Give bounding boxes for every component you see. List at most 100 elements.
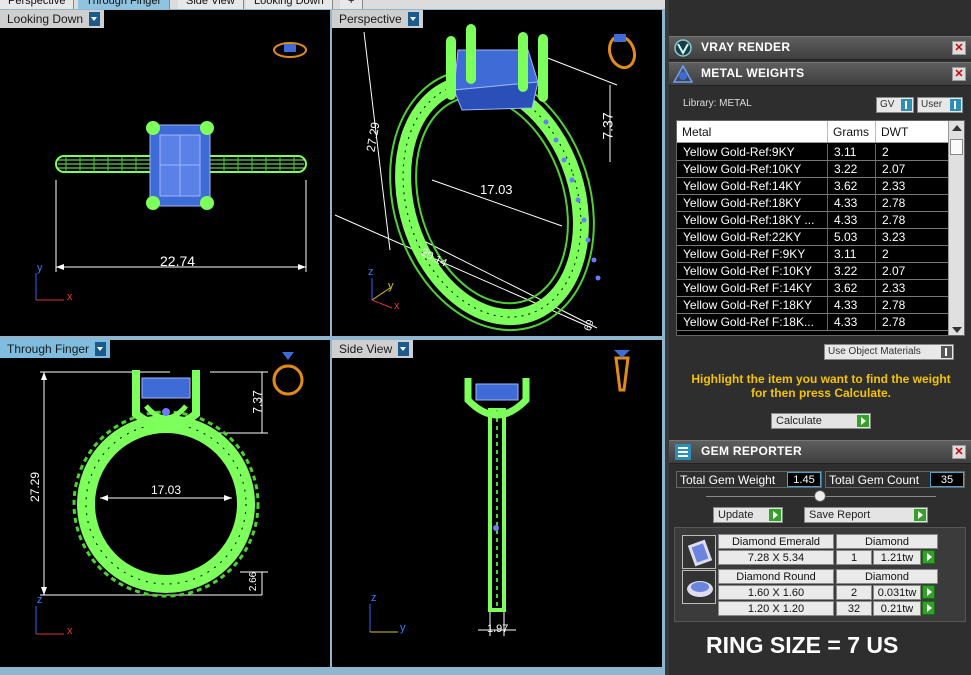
table-row[interactable]: Yellow Gold-Ref:10KY 3.22 2.07: [677, 161, 949, 178]
grams-cell: 3.22: [828, 161, 876, 177]
table-header: Metal Grams DWT: [677, 121, 949, 143]
grams-cell: 3.11: [828, 246, 876, 262]
axis-y-label: y: [388, 280, 394, 292]
viewport-through-finger[interactable]: Through Finger 27.29 7.37 17.03 2.66 z x: [0, 340, 330, 667]
axis-z-label: z: [371, 592, 377, 604]
dwt-cell: 2.78: [876, 297, 949, 313]
use-object-materials-toggle[interactable]: Use Object Materials: [824, 344, 954, 360]
grams-cell: 4.33: [828, 195, 876, 211]
gv-toggle[interactable]: GV: [876, 97, 914, 113]
axis-z-label: z: [37, 594, 43, 606]
select-gem-button[interactable]: [922, 601, 935, 615]
vray-render-header[interactable]: VRAY RENDER ✕: [669, 36, 971, 60]
column-header-metal[interactable]: Metal: [677, 121, 828, 142]
gem-reporter-header[interactable]: GEM REPORTER ✕: [669, 440, 971, 464]
table-row[interactable]: Yellow Gold-Ref F:10KY 3.22 2.07: [677, 263, 949, 280]
user-toggle[interactable]: User: [917, 97, 963, 113]
gem-reporter-icon: [675, 444, 691, 460]
dwt-cell: 2.78: [876, 195, 949, 211]
slider-handle[interactable]: [814, 490, 826, 502]
gem-count: 1: [836, 550, 872, 565]
view-tab-strip: Perspective Through Finger Side View Loo…: [0, 0, 665, 9]
dwt-cell: 2.78: [876, 314, 949, 330]
gem-material: Diamond: [836, 534, 938, 549]
save-report-button[interactable]: Save Report: [804, 507, 928, 523]
viewport-label[interactable]: Perspective: [332, 10, 423, 28]
grams-cell: 5.03: [828, 229, 876, 245]
dimension-height: 27.29: [28, 471, 43, 503]
dwt-cell: 2.07: [876, 161, 949, 177]
grams-cell: 3.62: [828, 178, 876, 194]
dropdown-arrow-icon[interactable]: [398, 342, 410, 356]
dimension-shank: 2.66: [248, 571, 260, 592]
viewport-looking-down[interactable]: Looking Down 22.74 y x: [0, 10, 330, 336]
dropdown-arrow-icon[interactable]: [95, 342, 107, 356]
table-row[interactable]: Yellow Gold-Ref F:18K... 4.33 2.78: [677, 314, 949, 331]
table-row[interactable]: Yellow Gold-Ref:18KY 4.33 2.78: [677, 195, 949, 212]
tab-side-view[interactable]: Side View: [178, 0, 244, 9]
metal-cell: Yellow Gold-Ref:18KY: [677, 195, 828, 211]
viewport-side-view[interactable]: Side View 1.97 z y: [332, 340, 662, 667]
metal-weights-header[interactable]: METAL WEIGHTS ✕: [669, 62, 971, 86]
metal-cell: Yellow Gold-Ref:9KY: [677, 144, 828, 160]
close-icon[interactable]: ✕: [952, 41, 966, 55]
table-scrollbar[interactable]: [948, 121, 964, 335]
gem-size: 1.60 X 1.60: [718, 585, 834, 600]
emerald-gem-icon: [682, 535, 716, 569]
ring-size-label: RING SIZE = 7 US: [706, 632, 899, 658]
select-gem-button[interactable]: [922, 585, 935, 599]
table-row[interactable]: Yellow Gold-Ref:18KY ... 4.33 2.78: [677, 212, 949, 229]
dropdown-arrow-icon[interactable]: [407, 12, 419, 26]
metal-cell: Yellow Gold-Ref F:9KY: [677, 246, 828, 262]
total-gem-weight-value: 1.45: [787, 472, 821, 487]
gem-weight: 1.21tw: [873, 550, 921, 565]
gem-size: 1.20 X 1.20: [718, 601, 834, 616]
column-header-dwt[interactable]: DWT: [876, 121, 949, 142]
update-button[interactable]: Update: [713, 507, 783, 523]
table-row[interactable]: Yellow Gold-Ref:14KY 3.62 2.33: [677, 178, 949, 195]
axis-x-label: x: [67, 291, 73, 303]
total-gem-count-value: 35: [930, 472, 964, 487]
viewport-perspective[interactable]: Perspective 27.29 7.37 17.03 20.14 69 z …: [332, 10, 662, 336]
axis-z-label: z: [368, 266, 374, 278]
select-gem-button[interactable]: [922, 550, 935, 564]
tab-perspective[interactable]: Perspective: [0, 0, 75, 9]
grams-cell: 3.22: [828, 263, 876, 279]
scroll-down-icon[interactable]: [952, 327, 962, 333]
close-icon[interactable]: ✕: [952, 67, 966, 81]
gem-name: Diamond Emerald: [718, 534, 834, 549]
table-row[interactable]: Yellow Gold-Ref:9KY 3.11 2: [677, 144, 949, 161]
dwt-cell: 2: [876, 144, 949, 160]
metal-cell: Yellow Gold-Ref F:14KY: [677, 280, 828, 296]
table-row[interactable]: Yellow Gold-Ref F:14KY 3.62 2.33: [677, 280, 949, 297]
tab-looking-down[interactable]: Looking Down: [246, 0, 333, 9]
tab-add[interactable]: +: [340, 0, 364, 9]
table-row[interactable]: Yellow Gold-Ref F:9KY 3.11 2: [677, 246, 949, 263]
axis-x-label: x: [67, 625, 73, 637]
metal-table[interactable]: Metal Grams DWT Yellow Gold-Ref:9KY 3.11 2…: [676, 120, 965, 336]
axis-y-label: y: [37, 262, 43, 274]
viewport-label[interactable]: Through Finger: [0, 340, 111, 358]
metal-cell: Yellow Gold-Ref F:18KY: [677, 297, 828, 313]
calculate-button[interactable]: Calculate: [771, 413, 871, 429]
dwt-cell: 2.07: [876, 263, 949, 279]
grams-cell: 3.11: [828, 144, 876, 160]
dwt-cell: 2.78: [876, 212, 949, 228]
dwt-cell: 3.23: [876, 229, 949, 245]
dimension-head: 7.37: [599, 112, 616, 140]
gem-size: 7.28 X 5.34: [718, 550, 834, 565]
scroll-thumb[interactable]: [950, 139, 963, 155]
metal-cell: Yellow Gold-Ref:18KY ...: [677, 212, 828, 228]
dropdown-arrow-icon[interactable]: [89, 12, 101, 26]
table-row[interactable]: Yellow Gold-Ref F:18KY 4.33 2.78: [677, 297, 949, 314]
viewport-label[interactable]: Side View: [332, 340, 414, 358]
gem-count: 32: [836, 601, 872, 616]
scroll-up-icon[interactable]: [952, 125, 962, 131]
column-header-grams[interactable]: Grams: [828, 121, 876, 142]
tab-through-finger[interactable]: Through Finger: [78, 0, 171, 9]
grams-cell: 3.62: [828, 280, 876, 296]
table-row[interactable]: Yellow Gold-Ref:22KY 5.03 3.23: [677, 229, 949, 246]
viewport-label[interactable]: Looking Down: [0, 10, 105, 28]
dimension-head: 7.37: [250, 390, 265, 414]
close-icon[interactable]: ✕: [952, 445, 966, 459]
